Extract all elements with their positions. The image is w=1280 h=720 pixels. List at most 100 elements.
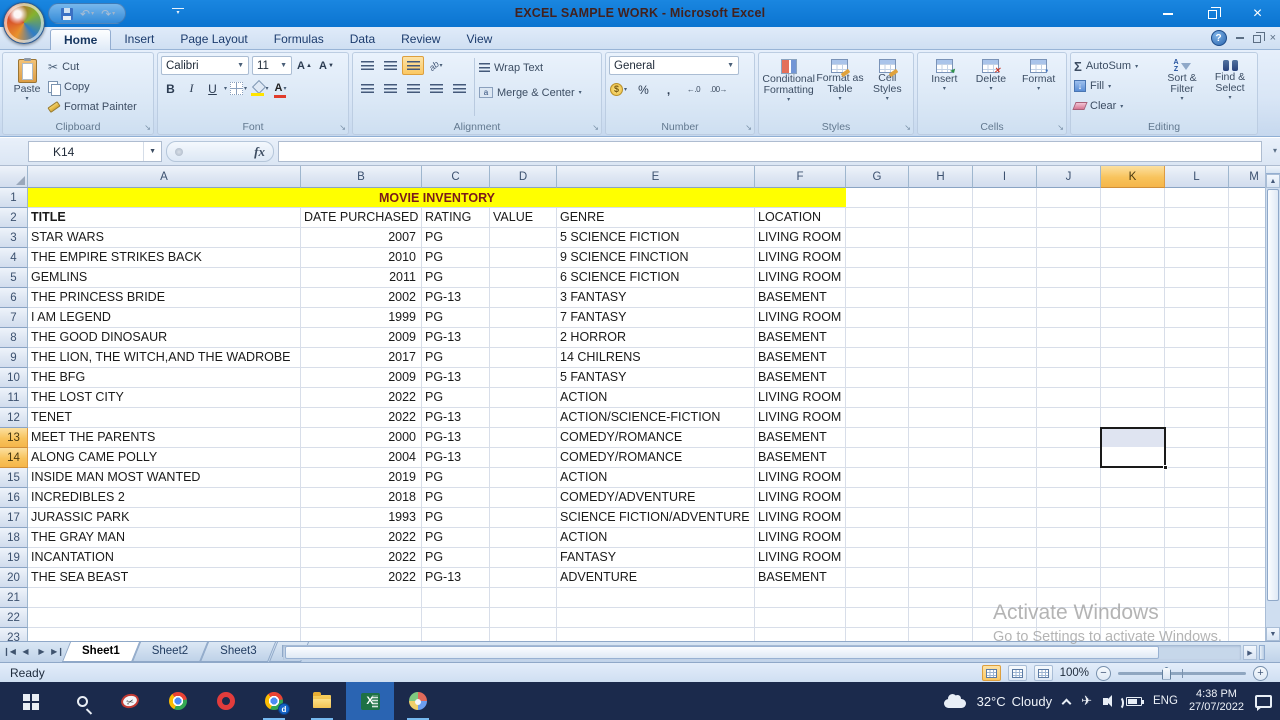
row-header-6[interactable]: 6 (0, 288, 28, 308)
cell[interactable] (846, 248, 909, 268)
cell[interactable]: FANTASY (557, 548, 755, 568)
restore-button[interactable] (1190, 0, 1235, 27)
cell[interactable] (909, 408, 973, 428)
cell[interactable]: MEET THE PARENTS (28, 428, 301, 448)
first-sheet-button[interactable]: ❙◀ (2, 644, 17, 660)
cell[interactable]: THE LOST CITY (28, 388, 301, 408)
row-header-12[interactable]: 12 (0, 408, 28, 428)
cell[interactable] (1037, 488, 1101, 508)
number-dialog-launcher[interactable]: ↘ (745, 124, 752, 132)
cell[interactable] (490, 568, 557, 588)
sheet-tab-sheet2[interactable]: Sheet2 (136, 642, 204, 662)
cell[interactable]: LIVING ROOM (755, 508, 846, 528)
cell[interactable] (422, 628, 490, 641)
zoom-slider-thumb[interactable] (1162, 666, 1171, 680)
cell[interactable] (1037, 328, 1101, 348)
cell[interactable] (490, 288, 557, 308)
column-header-A[interactable]: A (28, 166, 301, 188)
previous-sheet-button[interactable]: ◀ (18, 644, 33, 660)
row-header-9[interactable]: 9 (0, 348, 28, 368)
cell[interactable] (1165, 548, 1229, 568)
tab-formulas[interactable]: Formulas (261, 29, 337, 50)
cell[interactable] (1037, 428, 1101, 448)
cell[interactable]: 2 HORROR (557, 328, 755, 348)
cell[interactable] (28, 588, 301, 608)
zoom-out-button[interactable]: − (1096, 665, 1111, 681)
cell[interactable]: PG (422, 308, 490, 328)
cell[interactable]: 14 CHILRENS (557, 348, 755, 368)
cell[interactable] (490, 408, 557, 428)
cell[interactable] (1037, 388, 1101, 408)
borders-button[interactable]: ▾ (229, 79, 248, 98)
cell[interactable] (1101, 288, 1165, 308)
increase-indent-button[interactable] (448, 79, 470, 98)
cell[interactable] (909, 388, 973, 408)
cell[interactable] (973, 308, 1037, 328)
cell[interactable] (1101, 468, 1165, 488)
cell[interactable]: 2009 (301, 328, 422, 348)
cell[interactable] (1165, 608, 1229, 628)
bold-button[interactable]: B (161, 79, 180, 98)
cell[interactable] (909, 608, 973, 628)
cell[interactable] (1037, 308, 1101, 328)
fill-button[interactable]: ↓ Fill ▾ (1074, 76, 1158, 96)
cell[interactable] (973, 588, 1037, 608)
row-header-14[interactable]: 14 (0, 448, 28, 468)
cell[interactable] (1165, 588, 1229, 608)
cell[interactable]: THE SEA BEAST (28, 568, 301, 588)
cell[interactable] (909, 188, 973, 208)
cell[interactable] (846, 488, 909, 508)
cell[interactable] (973, 348, 1037, 368)
cell[interactable] (846, 208, 909, 228)
cell[interactable]: LIVING ROOM (755, 308, 846, 328)
cell[interactable] (973, 188, 1037, 208)
cell[interactable] (973, 288, 1037, 308)
cell-styles-button[interactable]: Cell Styles ▾ (865, 56, 909, 118)
cell[interactable] (1101, 248, 1165, 268)
cell[interactable] (1037, 248, 1101, 268)
taskbar-opera-button[interactable] (202, 682, 250, 720)
cell[interactable] (490, 368, 557, 388)
cell[interactable]: LIVING ROOM (755, 248, 846, 268)
taskbar-snipping-tool-button[interactable]: ✂ (106, 682, 154, 720)
find-select-button[interactable]: Find & Select ▾ (1206, 56, 1254, 118)
cell[interactable] (846, 588, 909, 608)
row-header-17[interactable]: 17 (0, 508, 28, 528)
cell[interactable] (1101, 368, 1165, 388)
cell[interactable]: 2017 (301, 348, 422, 368)
row-header-15[interactable]: 15 (0, 468, 28, 488)
insert-cells-button[interactable]: ◂ Insert ▾ (922, 56, 966, 118)
cell[interactable] (301, 628, 422, 641)
cell[interactable] (1101, 548, 1165, 568)
cell[interactable] (1165, 488, 1229, 508)
vertical-split-handle[interactable] (1266, 166, 1280, 174)
column-header-I[interactable]: I (973, 166, 1037, 188)
cell[interactable] (1101, 528, 1165, 548)
cell[interactable] (28, 608, 301, 628)
cell[interactable]: BASEMENT (755, 288, 846, 308)
cell[interactable] (755, 608, 846, 628)
cell[interactable]: BASEMENT (755, 448, 846, 468)
cell[interactable]: ACTION (557, 468, 755, 488)
column-header-H[interactable]: H (909, 166, 973, 188)
save-button[interactable] (59, 5, 75, 22)
cell[interactable] (846, 528, 909, 548)
cell[interactable]: LIVING ROOM (755, 268, 846, 288)
cell[interactable] (846, 568, 909, 588)
cell[interactable] (846, 228, 909, 248)
cell[interactable]: ACTION (557, 528, 755, 548)
zoom-in-button[interactable]: + (1253, 665, 1268, 681)
cell[interactable] (909, 588, 973, 608)
vertical-scrollbar[interactable]: ▲ ▼ (1265, 166, 1280, 641)
horizontal-scroll-thumb[interactable] (285, 646, 1159, 659)
alignment-dialog-launcher[interactable]: ↘ (592, 124, 599, 132)
cell[interactable] (490, 328, 557, 348)
cell[interactable]: DATE PURCHASED (301, 208, 422, 228)
office-button[interactable] (3, 2, 45, 44)
cell[interactable]: TENET (28, 408, 301, 428)
name-box-dropdown-icon[interactable]: ▼ (143, 142, 161, 161)
cell[interactable]: PG-13 (422, 288, 490, 308)
cell[interactable]: STAR WARS (28, 228, 301, 248)
cell[interactable]: INCANTATION (28, 548, 301, 568)
cell[interactable]: ALONG CAME POLLY (28, 448, 301, 468)
